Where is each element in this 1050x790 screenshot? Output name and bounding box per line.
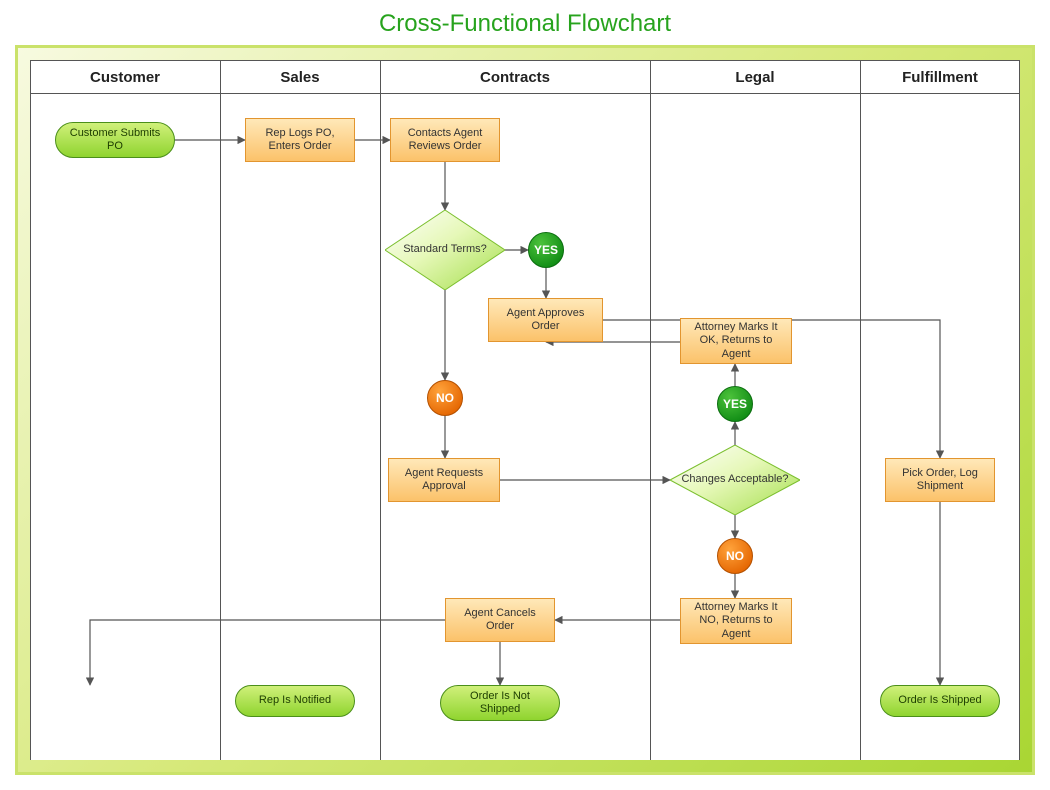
decision-standard-terms: Standard Terms? [385,210,505,290]
terminator-customer-submits: Customer Submits PO [55,122,175,158]
arrows-layer [30,60,1020,760]
connector-yes-2: YES [717,386,753,422]
process-agent-requests: Agent Requests Approval [388,458,500,502]
diagram-title: Cross-Functional Flowchart [0,10,1050,38]
terminator-rep-notified: Rep Is Notified [235,685,355,717]
connector-no-1: NO [427,380,463,416]
process-agent-approves: Agent Approves Order [488,298,603,342]
lane-header-contracts: Contracts [380,61,650,95]
process-contacts-agent: Contacts Agent Reviews Order [390,118,500,162]
decision-label: Standard Terms? [385,210,505,290]
lane-divider [650,60,651,760]
process-agent-cancels: Agent Cancels Order [445,598,555,642]
lane-divider [860,60,861,760]
lane-header-customer: Customer [30,61,220,95]
page: Cross-Functional Flowchart Customer Sale… [0,0,1050,790]
lane-divider [1019,60,1020,760]
terminator-order-shipped: Order Is Shipped [880,685,1000,717]
terminator-order-not-shipped: Order Is Not Shipped [440,685,560,721]
process-attorney-no: Attorney Marks It NO, Returns to Agent [680,598,792,644]
lane-header-fulfillment: Fulfillment [860,61,1020,95]
decision-changes-acceptable: Changes Acceptable? [670,445,800,515]
process-pick-order: Pick Order, Log Shipment [885,458,995,502]
decision-label: Changes Acceptable? [670,445,800,515]
process-attorney-ok: Attorney Marks It OK, Returns to Agent [680,318,792,364]
process-rep-logs: Rep Logs PO, Enters Order [245,118,355,162]
diagram-frame: Customer Sales Contracts Legal Fulfillme… [15,45,1035,775]
connector-yes-1: YES [528,232,564,268]
lane-divider [30,60,31,760]
diagram-canvas: Customer Sales Contracts Legal Fulfillme… [30,60,1020,760]
lane-divider [220,60,221,760]
lane-header-row: Customer Sales Contracts Legal Fulfillme… [30,60,1020,94]
connector-no-2: NO [717,538,753,574]
lane-header-sales: Sales [220,61,380,95]
lane-divider [380,60,381,760]
lane-header-legal: Legal [650,61,860,95]
